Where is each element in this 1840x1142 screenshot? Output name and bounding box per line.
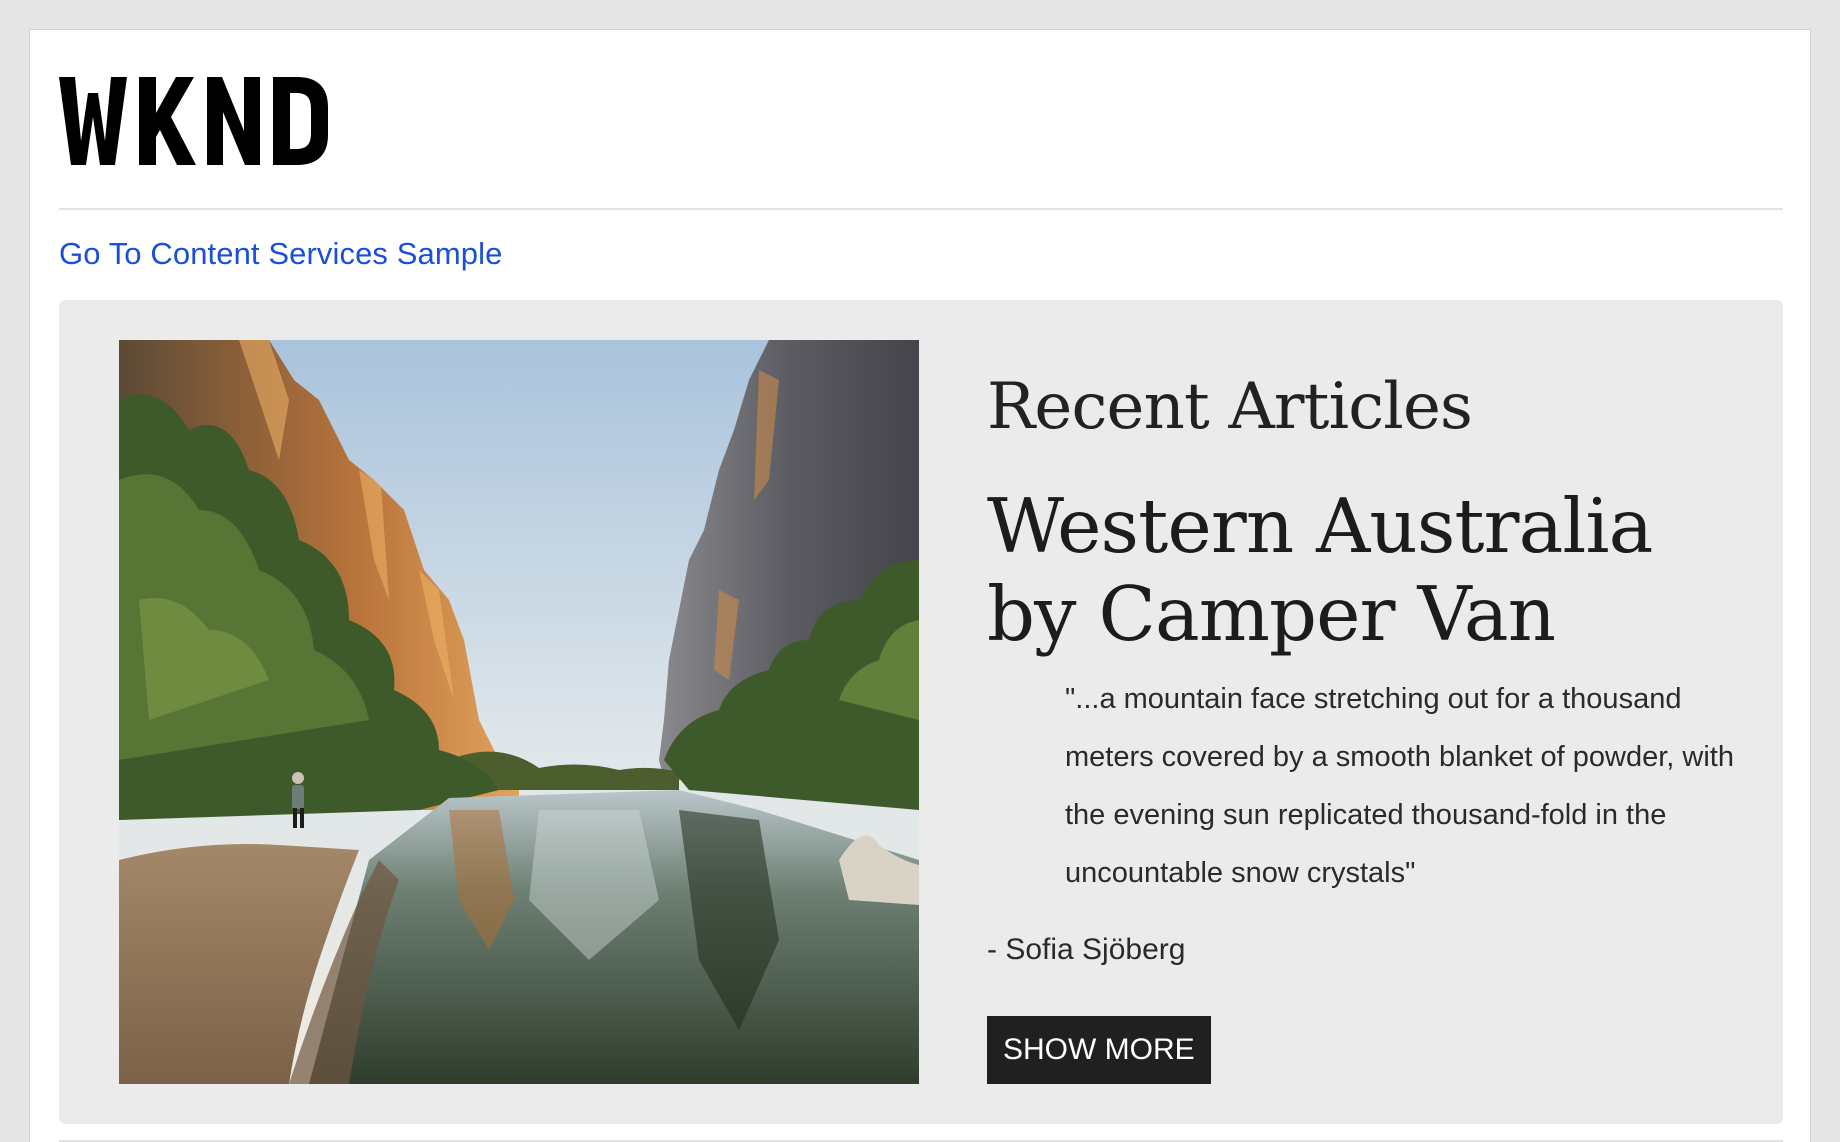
wknd-logo-mark xyxy=(59,77,328,165)
article-teaser: Recent Articles Western Australia by Cam… xyxy=(59,300,1783,1124)
page-container: Go To Content Services Sample Recent Art… xyxy=(29,29,1811,1142)
section-title: Recent Articles xyxy=(987,370,1473,444)
article-image[interactable] xyxy=(119,340,919,1084)
content-services-link[interactable]: Go To Content Services Sample xyxy=(59,236,502,272)
show-more-button[interactable]: SHOW MORE xyxy=(987,1016,1211,1084)
wknd-logo[interactable] xyxy=(59,69,359,173)
gorge-landscape-illustration xyxy=(119,340,919,1084)
article-title[interactable]: Western Australia by Camper Van xyxy=(987,482,1747,658)
article-quote: "...a mountain face stretching out for a… xyxy=(1065,683,1734,889)
article-author: - Sofia Sjöberg xyxy=(987,933,1186,966)
header-divider xyxy=(59,208,1783,210)
